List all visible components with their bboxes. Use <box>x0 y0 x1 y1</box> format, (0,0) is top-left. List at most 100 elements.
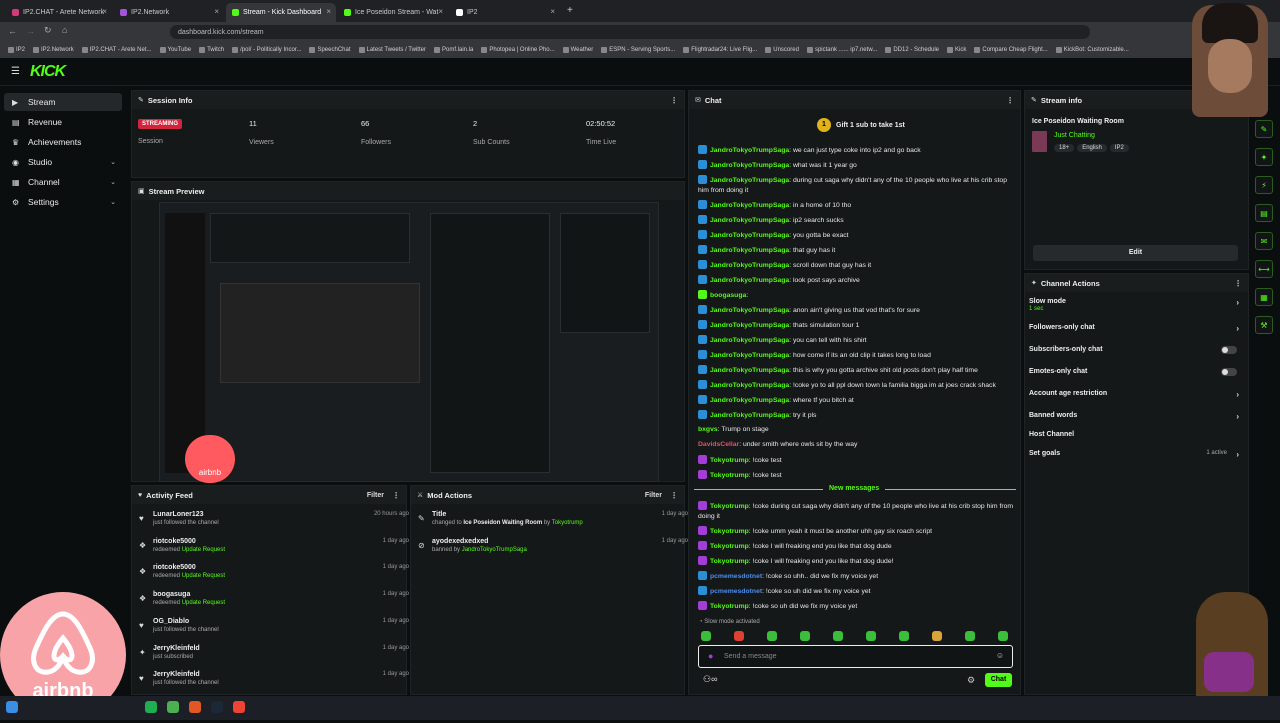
chat-send-button[interactable]: Chat <box>985 673 1012 687</box>
reload-icon[interactable]: ↻ <box>44 25 52 36</box>
chat-username[interactable]: JandroTokyoTrumpSaga <box>710 352 789 359</box>
hamburger-menu-icon[interactable]: ☰ <box>11 66 20 77</box>
toggle-switch[interactable] <box>1221 346 1237 354</box>
chat-username[interactable]: JandroTokyoTrumpSaga <box>710 262 789 269</box>
bookmark-item[interactable]: /pol/ - Politically Incor... <box>232 47 301 53</box>
chat-username[interactable]: Tokyotrump <box>710 543 749 550</box>
chat-input-box[interactable]: ● Send a message ☺ <box>698 645 1013 668</box>
bookmark-item[interactable]: IP2.Network <box>33 47 74 53</box>
document-icon[interactable]: ▤ <box>1255 204 1273 222</box>
sidebar-item-settings[interactable]: ⚙ Settings ⌄ <box>4 193 122 211</box>
mod-filter-button[interactable]: Filter <box>645 492 662 499</box>
channel-action-account-age-restriction[interactable]: Account age restriction › <box>1029 390 1241 399</box>
chat-username[interactable]: JandroTokyoTrumpSaga <box>710 177 789 184</box>
gift-icon[interactable]: 1 <box>817 118 831 132</box>
chat-username[interactable]: JandroTokyoTrumpSaga <box>710 367 789 374</box>
sidebar-item-channel[interactable]: ▦ Channel ⌄ <box>4 173 122 191</box>
more-options-icon[interactable]: ⋮ <box>670 491 678 500</box>
channel-action-banned-words[interactable]: Banned words › <box>1029 412 1241 421</box>
channel-action-set-goals[interactable]: Set goals 1 active › <box>1029 450 1241 459</box>
taskbar-firefox-icon[interactable] <box>189 701 201 713</box>
bookmark-item[interactable]: Pomf.lain.la <box>433 47 473 53</box>
chat-bubble-icon[interactable]: ✉ <box>1255 232 1273 250</box>
chat-username[interactable]: JandroTokyoTrumpSaga <box>710 337 789 344</box>
bookmark-item[interactable]: IP2 <box>8 47 25 53</box>
category-link[interactable]: Just Chatting <box>1054 132 1095 139</box>
chat-username[interactable]: Tokyotrump <box>710 503 749 510</box>
emote-icon[interactable] <box>965 631 975 641</box>
activity-filter-button[interactable]: Filter <box>367 492 384 499</box>
sidebar-item-studio[interactable]: ◉ Studio ⌄ <box>4 153 122 171</box>
chat-username[interactable]: Tokyotrump <box>710 472 749 479</box>
bookmark-item[interactable]: Latest Tweets / Twitter <box>358 47 426 53</box>
forward-icon[interactable]: → <box>26 26 35 36</box>
emote-icon[interactable] <box>800 631 810 641</box>
toggle-switch[interactable] <box>1221 368 1237 376</box>
chat-username[interactable]: JandroTokyoTrumpSaga <box>710 232 789 239</box>
sidebar-item-revenue[interactable]: ▤ Revenue <box>4 113 122 131</box>
swap-icon[interactable]: ⟷ <box>1255 260 1273 278</box>
channel-action-followers-only-chat[interactable]: Followers-only chat › <box>1029 324 1241 333</box>
bookmark-item[interactable]: YouTube <box>159 47 191 53</box>
bookmark-item[interactable]: Twitch <box>199 47 224 53</box>
chat-username[interactable]: JandroTokyoTrumpSaga <box>710 397 789 404</box>
bookmark-item[interactable]: Kick <box>947 47 966 53</box>
chat-username[interactable]: JandroTokyoTrumpSaga <box>710 202 789 209</box>
lightning-icon[interactable]: ⚡ <box>1255 176 1273 194</box>
browser-tab[interactable]: IP2.Network × <box>114 3 224 22</box>
taskbar-app-icon[interactable] <box>145 701 157 713</box>
channel-action-slow-mode[interactable]: Slow mode 1 sec › <box>1029 298 1241 312</box>
emote-icon[interactable] <box>767 631 777 641</box>
chat-username[interactable]: JandroTokyoTrumpSaga <box>710 147 789 154</box>
close-tab-icon[interactable]: × <box>438 7 443 16</box>
chat-gear-icon[interactable]: ⚙ <box>967 675 975 686</box>
chat-username[interactable]: JandroTokyoTrumpSaga <box>710 322 789 329</box>
more-options-icon[interactable]: ⋮ <box>1006 96 1014 105</box>
channel-action-host-channel[interactable]: Host Channel <box>1029 431 1241 438</box>
bookmark-item[interactable]: spictank ...... ip7.netw... <box>806 47 877 53</box>
emote-icon[interactable] <box>998 631 1008 641</box>
stream-preview-video[interactable]: airbnb <box>159 202 659 483</box>
chat-username[interactable]: Tokyotrump <box>710 558 749 565</box>
bookmark-item[interactable]: Compare Cheap Flight... <box>974 47 1048 53</box>
mod-action-actor[interactable]: JandroTokyoTrumpSaga <box>462 547 527 553</box>
browser-tab[interactable]: IP2 × <box>450 3 560 22</box>
more-options-icon[interactable]: ⋮ <box>392 491 400 500</box>
mod-action-actor[interactable]: Tokyotrump <box>552 520 583 526</box>
bookmark-item[interactable]: Unscored <box>765 47 799 53</box>
chat-username[interactable]: JandroTokyoTrumpSaga <box>710 162 789 169</box>
start-icon[interactable] <box>6 701 18 713</box>
gift-sub-label[interactable]: Gift 1 sub to take 1st <box>836 122 905 129</box>
chat-username[interactable]: JandroTokyoTrumpSaga <box>710 247 789 254</box>
channel-action-emotes-only-chat[interactable]: Emotes-only chat <box>1029 368 1241 376</box>
browser-tab[interactable]: Ice Poseidon Stream - Wat × <box>338 3 448 22</box>
grid-icon[interactable]: ▦ <box>1255 288 1273 306</box>
chat-username[interactable]: DavidsCellar <box>698 441 739 448</box>
close-tab-icon[interactable]: × <box>550 7 555 16</box>
close-tab-icon[interactable]: × <box>326 7 331 16</box>
home-icon[interactable]: ⌂ <box>62 25 67 35</box>
bookmark-item[interactable]: Flightradar24: Live Flig... <box>683 47 757 53</box>
star-icon[interactable]: ✦ <box>1255 148 1273 166</box>
chat-username[interactable]: JandroTokyoTrumpSaga <box>710 277 789 284</box>
new-tab-icon[interactable]: + <box>567 5 573 16</box>
chat-username[interactable]: boogasuga <box>710 292 746 299</box>
chat-username[interactable]: pcmemesdotnet <box>710 588 762 595</box>
close-tab-icon[interactable]: × <box>214 7 219 16</box>
sidebar-item-achievements[interactable]: ♛ Achievements <box>4 133 122 151</box>
hammer-icon[interactable]: ⚒ <box>1255 316 1273 334</box>
chat-username[interactable]: Tokyotrump <box>710 528 749 535</box>
channel-action-subscribers-only-chat[interactable]: Subscribers-only chat <box>1029 346 1241 354</box>
browser-tab[interactable]: IP2.CHAT - Arete Network × <box>6 3 112 22</box>
chat-username[interactable]: JandroTokyoTrumpSaga <box>710 217 789 224</box>
stream-tag[interactable]: IP2 <box>1109 144 1129 152</box>
taskbar-steam-icon[interactable] <box>211 701 223 713</box>
stream-tag[interactable]: 18+ <box>1054 144 1075 152</box>
bookmark-item[interactable]: ESPN - Serving Sports... <box>601 47 675 53</box>
bookmark-item[interactable]: Photopea | Online Pho... <box>481 47 555 53</box>
more-options-icon[interactable]: ⋮ <box>1234 279 1242 288</box>
chat-input-placeholder[interactable]: Send a message <box>724 653 777 660</box>
browser-tab[interactable]: Stream - Kick Dashboard × <box>226 3 336 22</box>
kick-logo[interactable]: KICK <box>30 63 66 81</box>
chat-username[interactable]: Tokyotrump <box>710 603 749 610</box>
